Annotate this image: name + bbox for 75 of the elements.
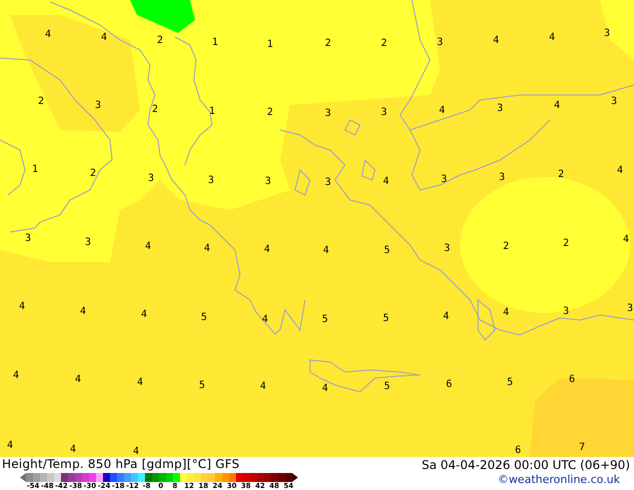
temperature-value: 4 [18,302,26,312]
temperature-value: 5 [506,378,514,388]
temperature-value: 4 [260,382,266,392]
temperature-value: 4 [74,375,82,385]
temperature-value: 4 [44,30,52,40]
temperature-value: 4 [502,308,510,318]
temperature-value: 3 [610,97,618,107]
temperature-value: 3 [440,175,448,185]
temperature-value: 3 [562,307,570,317]
temperature-value: 5 [322,315,328,325]
temperature-value: 4 [80,307,86,317]
temperature-value: 4 [548,33,556,43]
temperature-value: 2 [324,39,332,49]
temperature-value: 4 [136,378,144,388]
temperature-value: 2 [266,108,274,118]
temperature-value: 4 [204,244,210,254]
temperature-value: 7 [578,443,586,453]
map-title: Height/Temp. 850 hPa [gdmp][°C] GFS [2,457,241,471]
temperature-value: 4 [322,384,328,394]
temperature-value: 3 [148,174,154,184]
temperature-value: 3 [94,101,102,111]
temperature-value: 4 [622,235,630,245]
temperature-value: 2 [90,169,96,179]
temperature-value: 5 [198,381,206,391]
temperature-value: 4 [132,447,140,457]
temperature-value: 3 [208,176,214,186]
temperature-value: 3 [436,38,444,48]
temperature-value: 3 [604,29,610,39]
temperature-value: 3 [24,234,32,244]
temperature-value: 1 [208,107,216,117]
temperature-value: 4 [616,166,624,176]
temperature-value: 4 [12,371,20,381]
temperature-value: 4 [140,310,148,320]
temperature-value: 4 [144,242,152,252]
forecast-datetime: Sa 04-04-2026 00:00 UTC (06+90) [422,457,630,473]
temperature-value: 4 [438,106,446,116]
temperature-value: 5 [200,313,208,323]
temperature-value: 3 [444,244,450,254]
temperature-value: 3 [324,109,332,119]
temperature-value: 5 [382,314,390,324]
temperature-value: 2 [558,170,564,180]
temperature-value: 4 [322,246,330,256]
temperature-value: 4 [262,315,268,325]
temperature-value: 1 [266,40,274,50]
colorbar-left-arrow-icon [20,472,26,482]
temperature-value: 1 [32,165,38,175]
temperature-value: 4 [554,101,560,111]
temperature-value: 6 [514,446,522,456]
temperature-value: 4 [442,312,450,322]
temperature-value: 4 [264,245,270,255]
temperature-value: 4 [70,445,76,455]
temperature-value: 2 [380,39,388,49]
temperature-value: 2 [38,97,44,107]
temperature-value: 1 [212,38,218,48]
temperature-value: 3 [324,178,332,188]
temperature-value: 3 [626,304,634,314]
temperature-value: 2 [502,242,510,252]
temperature-value: 4 [100,33,108,43]
temperature-value: 3 [84,238,92,248]
temperature-value: 6 [568,375,576,385]
temperature-value: 5 [384,382,390,392]
temperature-value: 3 [498,173,506,183]
temperature-value: 3 [496,104,504,114]
temperature-value: 4 [382,177,390,187]
colorbar-right-arrow-icon [292,472,298,482]
temperature-value: 4 [492,36,500,46]
temperature-value: 2 [562,239,570,249]
temperature-value: 2 [156,36,164,46]
temperature-value: 6 [446,380,452,390]
temperature-value: 4 [6,441,14,451]
credit-link[interactable]: ©weatheronline.co.uk [498,473,620,486]
temperature-value: 3 [380,108,388,118]
temperature-value: 3 [264,177,272,187]
temperature-value: 2 [152,105,158,115]
temperature-value: 5 [384,246,390,256]
